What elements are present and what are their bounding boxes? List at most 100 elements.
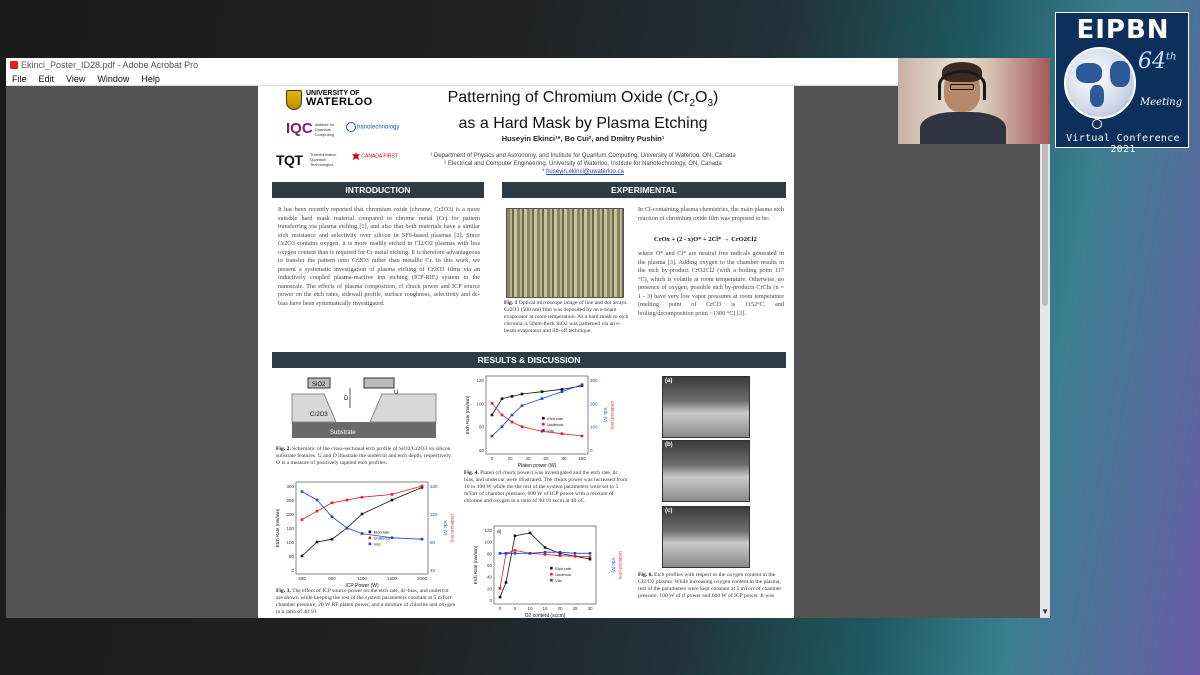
intro-heading: INTRODUCTION — [272, 182, 484, 198]
y-tick-label: 40 — [487, 575, 493, 580]
fig6-label: Fig. 6. — [638, 572, 653, 578]
cr2o3-right — [369, 393, 437, 423]
menu-view[interactable]: View — [66, 74, 85, 84]
data-point — [498, 552, 502, 555]
meeting-label: Meeting — [1140, 97, 1183, 108]
continent-shape — [1110, 61, 1130, 87]
y-tick-label: 0 — [489, 598, 492, 603]
data-point — [560, 390, 564, 393]
data-point — [330, 515, 334, 519]
menu-edit[interactable]: Edit — [39, 74, 55, 84]
continent-shape — [1076, 63, 1102, 83]
poster-title: Patterning of Chromium Oxide (Cr2O3) as … — [398, 88, 768, 134]
data-point — [573, 552, 577, 555]
y-axis-label: Etch Rate (nm/min) — [465, 395, 470, 434]
y-tick-label: 80 — [479, 425, 485, 430]
data-point — [560, 388, 564, 391]
eipbn-title: EIPBN — [1076, 15, 1170, 45]
tqt-sub-text: Transformative Quantum Technologies — [310, 152, 337, 167]
data-point — [300, 490, 304, 493]
authors: Huseyin Ekinci¹*, Bo Cui², and Dmitry Pu… — [501, 134, 665, 143]
data-point — [490, 413, 494, 417]
vertical-scrollbar[interactable]: ▲ ▼ — [1040, 86, 1050, 618]
fig2-text: Schematic of the cross-sectional etch pr… — [276, 446, 452, 466]
y2-tick-label: 40 — [430, 568, 436, 573]
x-tick-label: 80 — [561, 456, 567, 461]
x-tick-label: 60 — [543, 456, 549, 461]
legend-label: Undercut — [547, 422, 564, 427]
document-area[interactable]: UNIVERSITY OF WATERLOO IQC Institute for … — [6, 86, 1050, 618]
scroll-thumb[interactable] — [1042, 126, 1048, 306]
fig6-caption: Fig. 6. Etch profiles with respect to th… — [638, 572, 786, 600]
legend-marker — [542, 422, 545, 426]
substrate-label: Substrate — [330, 430, 356, 436]
cfref-text: CANADA FIRST — [361, 153, 398, 160]
y-tick-label: 20 — [487, 586, 493, 591]
legend-marker — [542, 416, 545, 420]
y2-tick-label: 0 — [590, 448, 593, 453]
meeting-number: 64th — [1138, 49, 1176, 74]
y2-tick-label: 200 — [590, 401, 598, 406]
fig5-chart: 0 20 40 60 80 100 120 0 5 10 15 20 25 30 O2 content (s… — [473, 525, 622, 618]
x-tick-label: 2000 — [417, 576, 428, 581]
meeting-number-value: 64 — [1138, 49, 1166, 74]
x-tick-label: 30 — [587, 606, 593, 611]
waterloo-shield-icon — [286, 90, 302, 110]
title-bar: Ekinci_Poster_ID28.pdf - Adobe Acrobat P… — [6, 58, 1050, 72]
data-point — [360, 512, 364, 516]
sio2-label: SiO2 — [312, 382, 326, 388]
d-label: D — [344, 396, 349, 402]
data-point — [580, 434, 584, 438]
x-tick-label: 20 — [557, 606, 563, 611]
data-point — [510, 413, 514, 417]
data-point — [543, 546, 547, 549]
menu-file[interactable]: File — [12, 74, 27, 84]
fig3-chart: 0 50 100 150 200 250 300 40 80 120 160 400 800 1200 16… — [275, 481, 454, 588]
nano-logo: nanotechnology — [346, 122, 399, 132]
exp-text-2: where O* and Cl* are neutral free radica… — [638, 250, 784, 317]
data-point — [360, 495, 364, 499]
fig2-schematic: SiO2 D U Cr2O3 Substrate — [291, 377, 437, 438]
y-tick-label: 0 — [291, 568, 294, 573]
legend-label: Vdc — [555, 578, 562, 583]
legend-label: Vdc — [374, 542, 381, 547]
y2-tick-label: 120 — [430, 512, 438, 517]
y2-axis-label: Vdc (V) — [443, 520, 448, 536]
data-point — [300, 554, 304, 558]
data-point — [490, 402, 494, 405]
email-link[interactable]: huseyin.ekinci@uwaterloo.ca — [546, 169, 624, 175]
exp-text-1: In Cl-containing plasma chemistries, the… — [638, 206, 784, 222]
y2-tick-label: 160 — [430, 484, 438, 489]
uw-big-text: WATERLOO — [306, 96, 373, 108]
y-axis-label: Etch Rate (nm/min) — [473, 545, 478, 584]
menu-window[interactable]: Window — [97, 74, 129, 84]
x-axis-label: O2 content (sccm) — [525, 613, 566, 618]
scroll-down-icon[interactable]: ▼ — [1041, 607, 1049, 616]
u-label: U — [394, 390, 398, 396]
data-point — [558, 554, 562, 557]
y2-tick-label: 80 — [430, 540, 436, 545]
data-point — [543, 550, 547, 554]
x-tick-label: 5 — [514, 606, 517, 611]
data-point — [520, 392, 524, 396]
data-point — [540, 390, 544, 393]
data-point — [390, 498, 394, 502]
legend-label: Etch rate — [547, 416, 564, 421]
substrate-layer — [292, 422, 436, 438]
window-title: Ekinci_Poster_ID28.pdf - Adobe Acrobat P… — [21, 60, 199, 70]
data-point — [330, 537, 334, 541]
glasses-icon — [950, 84, 974, 90]
y-tick-label: 100 — [484, 540, 492, 545]
legend-marker — [368, 542, 372, 546]
y2-axis-label: Vdc (V) — [603, 407, 608, 423]
data-point — [420, 484, 424, 488]
x-axis-label: Platen power (W) — [518, 463, 557, 468]
sem-image-a: (a) — [662, 376, 750, 438]
y-tick-label: 300 — [286, 484, 294, 489]
x-tick-label: 400 — [298, 576, 306, 581]
menu-help[interactable]: Help — [141, 74, 160, 84]
meeting-number-suffix: th — [1166, 51, 1177, 63]
cr2o3-label: Cr2O3 — [310, 412, 328, 418]
title-part: ) — [713, 89, 719, 106]
acrobat-window: Ekinci_Poster_ID28.pdf - Adobe Acrobat P… — [6, 58, 1050, 618]
